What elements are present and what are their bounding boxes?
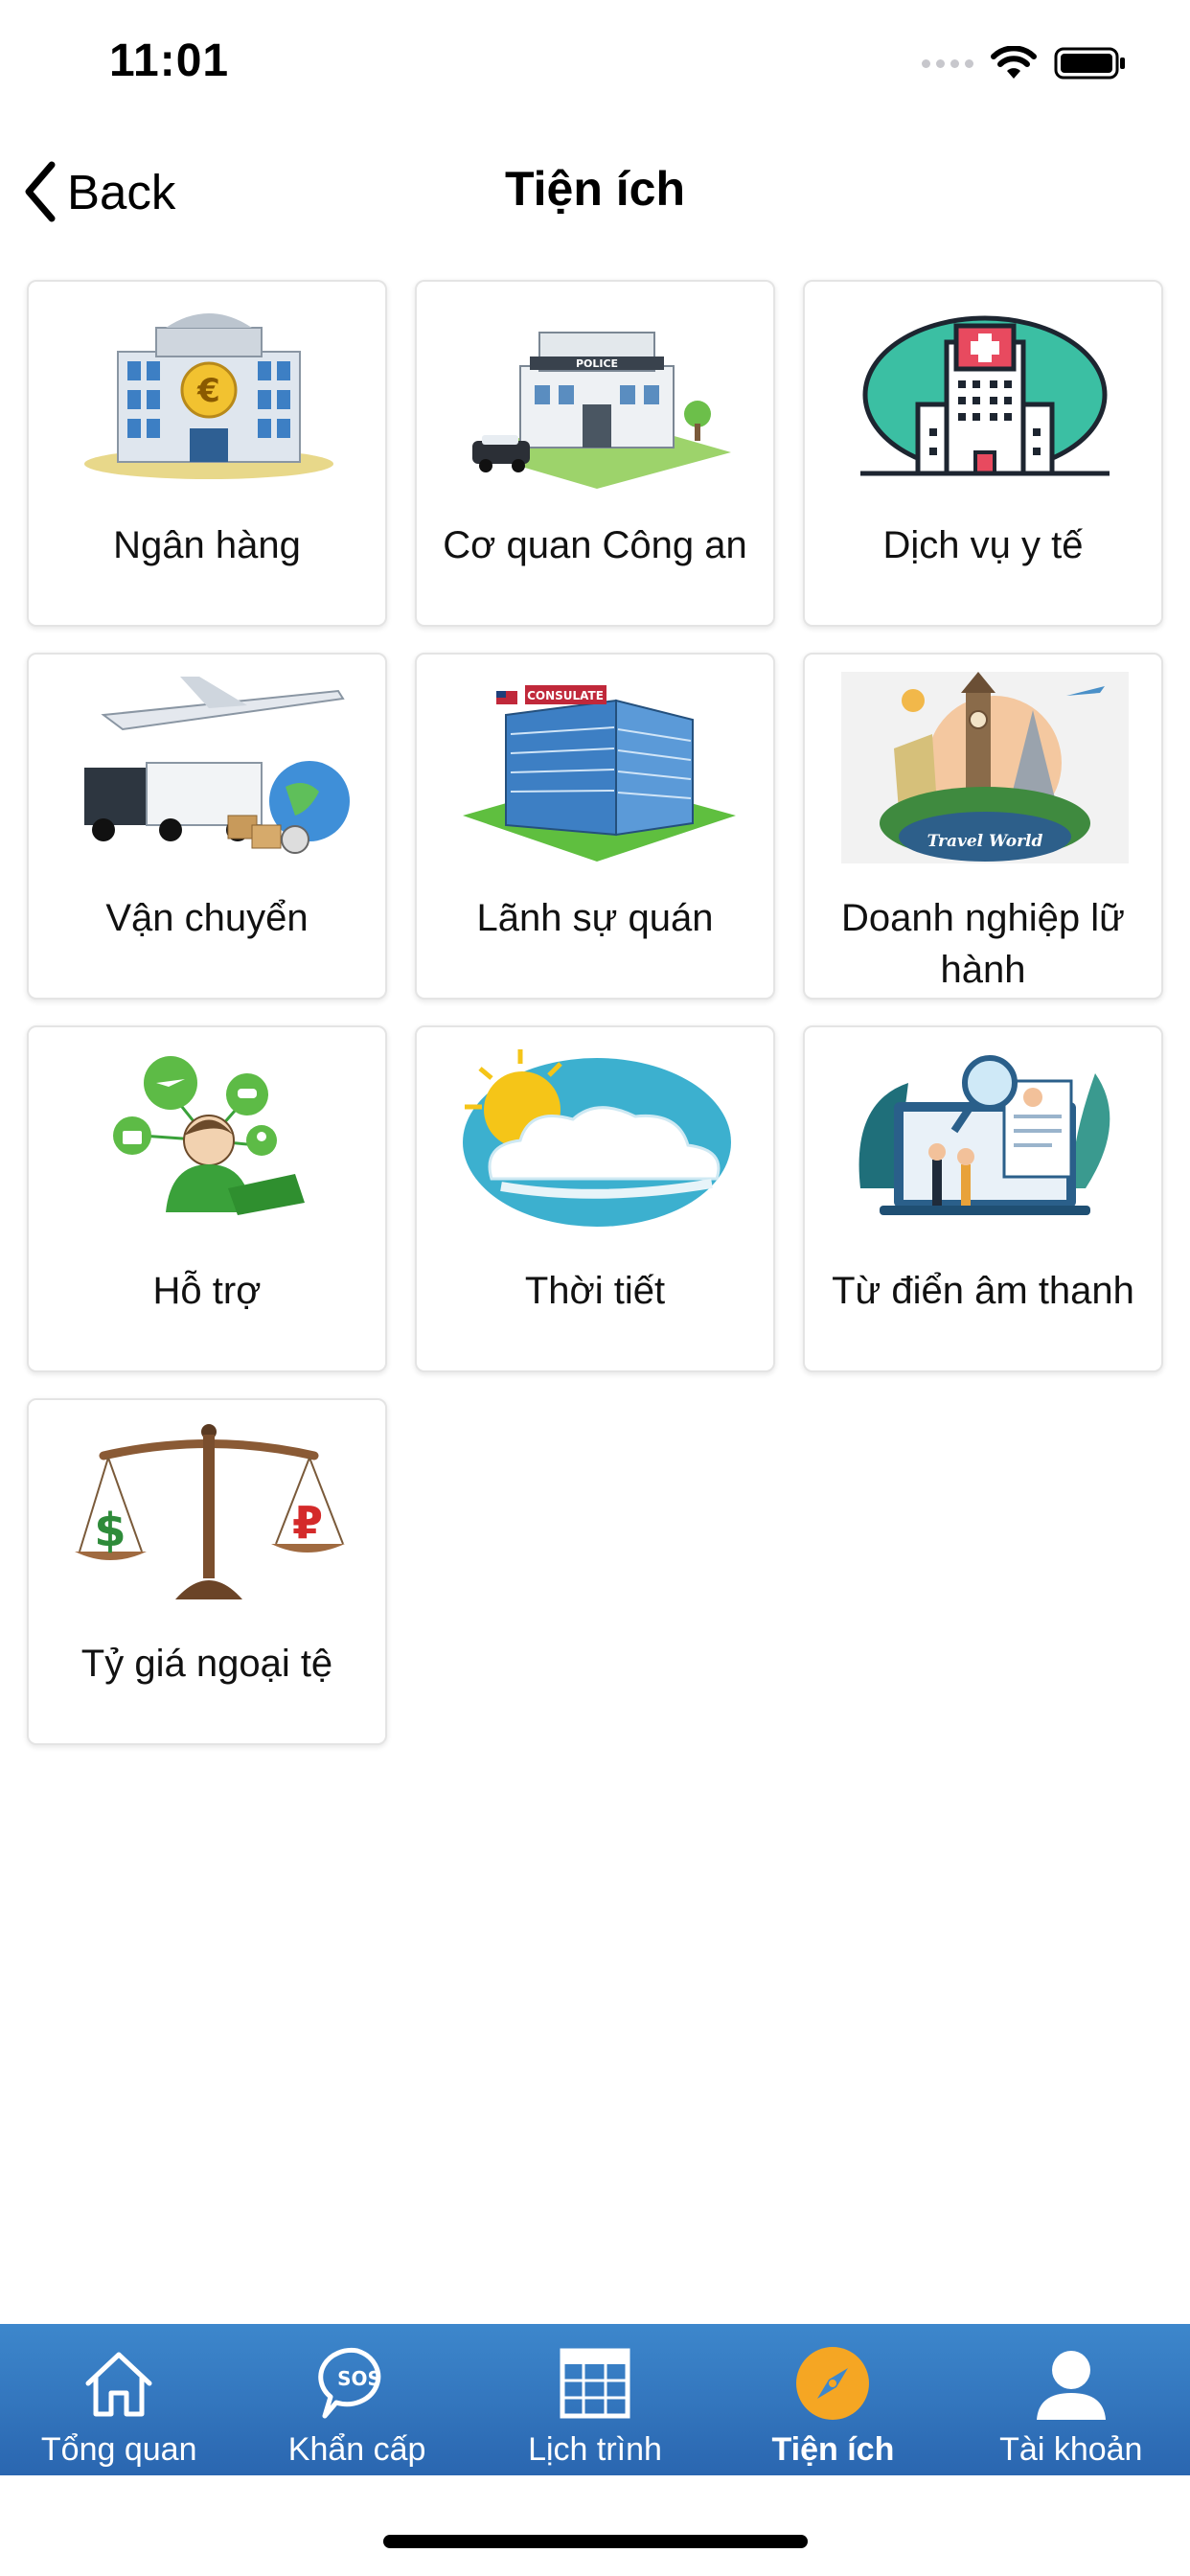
svg-text:€: € xyxy=(196,372,220,410)
utility-card-consulate[interactable]: CONSULATE Lãnh sự quán xyxy=(415,653,775,1000)
utility-label: Thời tiết xyxy=(524,1270,666,1312)
audio-dictionary-icon xyxy=(858,1055,1110,1215)
svg-text:SOS: SOS xyxy=(337,2367,381,2390)
calendar-grid-icon xyxy=(555,2343,635,2424)
utility-card-bank[interactable]: € Ngân hàng xyxy=(27,280,387,627)
status-icons xyxy=(922,42,1127,84)
utility-label: Dịch vụ y tế xyxy=(882,524,1084,566)
user-icon xyxy=(1031,2343,1111,2424)
signal-icon xyxy=(922,58,973,68)
tab-label: Khẩn cấp xyxy=(287,2431,426,2468)
tab-emergency[interactable]: SOS Khẩn cấp xyxy=(238,2324,475,2475)
tab-schedule[interactable]: Lịch trình xyxy=(476,2324,714,2475)
utility-card-audio-dictionary[interactable]: Từ điển âm thanh xyxy=(803,1025,1163,1372)
status-bar: 11:01 xyxy=(0,0,1190,129)
home-icon xyxy=(79,2343,159,2424)
weather-icon xyxy=(463,1049,731,1227)
utility-card-police[interactable]: POLICE Cơ quan Công an xyxy=(415,280,775,627)
utility-label: Vận chuyển xyxy=(105,897,309,939)
utility-card-medical[interactable]: Dịch vụ y tế xyxy=(803,280,1163,627)
wifi-icon xyxy=(991,46,1037,79)
tab-label: Tổng quan xyxy=(40,2431,197,2468)
utility-card-exchange-rate[interactable]: $ ₽ Tỷ giá ngoại tệ xyxy=(27,1398,387,1745)
page-title: Tiện ích xyxy=(504,162,685,216)
utility-card-support[interactable]: Hỗ trợ xyxy=(27,1025,387,1372)
consulate-sign: CONSULATE xyxy=(527,689,604,702)
navigation-bar: Back Tiện ích xyxy=(0,134,1190,249)
travel-world-text: Travel World xyxy=(927,832,1043,851)
utility-label: Lãnh sự quán xyxy=(476,897,714,939)
travel-agency-icon: Travel World xyxy=(841,672,1129,863)
utility-label: Từ điển âm thanh xyxy=(832,1270,1134,1312)
consulate-icon: CONSULATE xyxy=(463,685,736,862)
utility-card-weather[interactable]: Thời tiết xyxy=(415,1025,775,1372)
utility-card-travel-agency[interactable]: Travel World Doanh nghiệp lữ hành xyxy=(803,653,1163,1000)
utility-label: Doanh nghiệp lữ hành xyxy=(841,897,1125,991)
exchange-rate-icon: $ ₽ xyxy=(75,1424,345,1599)
tab-overview[interactable]: Tổng quan xyxy=(0,2324,238,2475)
hospital-icon xyxy=(860,315,1110,476)
tab-account[interactable]: Tài khoản xyxy=(952,2324,1190,2475)
tab-bar: Tổng quan SOS Khẩn cấp Lịch trình Tiện í… xyxy=(0,2324,1190,2475)
home-indicator[interactable] xyxy=(383,2535,808,2548)
battery-icon xyxy=(1054,47,1125,80)
utility-label: Hỗ trợ xyxy=(152,1270,262,1312)
tab-label: Tiện ích xyxy=(771,2431,895,2468)
status-time: 11:01 xyxy=(109,35,230,86)
police-station-icon: POLICE xyxy=(472,332,731,489)
sos-icon: SOS xyxy=(317,2343,398,2424)
tab-label: Tài khoản xyxy=(999,2431,1143,2468)
bank-icon: € xyxy=(84,313,333,479)
utility-label: Cơ quan Công an xyxy=(443,524,747,566)
tab-utilities[interactable]: Tiện ích xyxy=(714,2324,951,2475)
utilities-screen: 11:01 Back Tiện ích € Ngân hàng POLICE C… xyxy=(0,0,1190,2576)
utilities-grid: € Ngân hàng POLICE Cơ quan Công an Dịch … xyxy=(27,280,1163,1745)
svg-text:$: $ xyxy=(94,1504,126,1557)
utility-label: Tỷ giá ngoại tệ xyxy=(80,1643,333,1685)
tab-label: Lịch trình xyxy=(528,2431,662,2468)
svg-text:POLICE: POLICE xyxy=(576,357,618,370)
utility-card-transport[interactable]: Vận chuyển xyxy=(27,653,387,1000)
compass-icon xyxy=(792,2343,873,2424)
transport-icon xyxy=(84,677,350,854)
svg-text:₽: ₽ xyxy=(292,1497,323,1549)
utility-label: Ngân hàng xyxy=(113,524,301,566)
support-icon xyxy=(113,1056,305,1215)
